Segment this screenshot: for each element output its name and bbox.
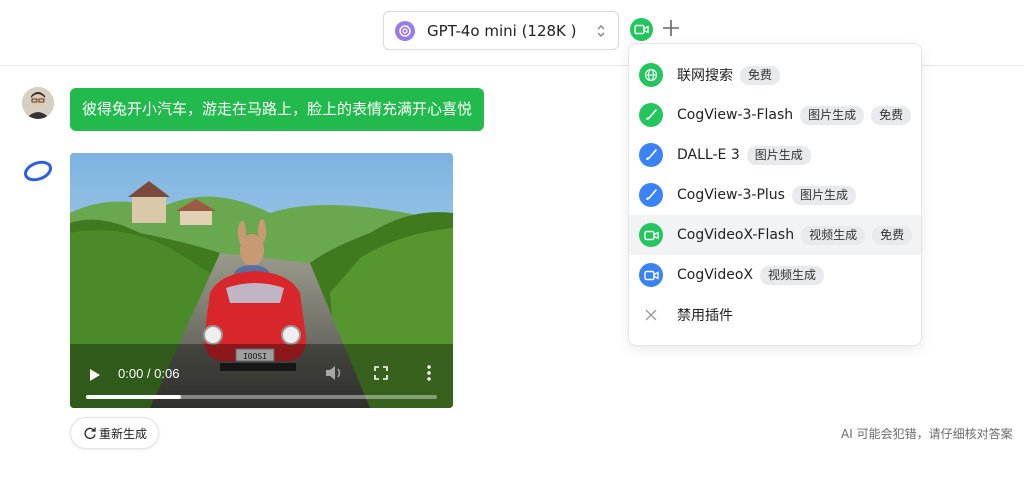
video-icon	[639, 223, 663, 247]
video-time: 0:00 / 0:06	[118, 366, 180, 381]
generated-video-player[interactable]: IOOSI 0:00 / 0:06	[70, 153, 453, 408]
video-controls: 0:00 / 0:06	[70, 344, 453, 408]
brush-icon	[639, 183, 663, 207]
plugin-tag: 图片生成	[746, 145, 811, 165]
chat-page: GPT-4o mini (128K ) 彼得兔开小汽车，游走在马路上，脸上的表情…	[0, 0, 1024, 487]
openai-icon	[395, 20, 415, 41]
plugin-item-label: CogView-3-Flash	[677, 107, 794, 123]
plugin-item-label: CogVideoX-Flash	[677, 227, 795, 243]
more-options-icon[interactable]	[426, 364, 432, 382]
plugin-item[interactable]: CogVideoX-Flash 视频生成 免费	[629, 215, 921, 255]
assistant-logo-icon	[22, 154, 54, 186]
plugin-item[interactable]: DALL-E 3 图片生成	[629, 135, 921, 175]
plugin-item-label: 联网搜索	[677, 68, 733, 84]
plus-icon	[663, 20, 679, 36]
model-selector[interactable]: GPT-4o mini (128K )	[383, 11, 619, 50]
plugin-item[interactable]: 禁用插件	[629, 295, 921, 335]
model-name: GPT-4o mini (128K )	[427, 21, 577, 40]
add-plugin-button[interactable]	[660, 16, 682, 40]
plugin-tag: 免费	[740, 65, 781, 85]
plugin-item[interactable]: CogVideoX 视频生成	[629, 255, 921, 295]
play-icon[interactable]	[88, 368, 102, 382]
video-icon	[639, 263, 663, 287]
plugin-item-label: CogVideoX	[677, 267, 754, 283]
video-progress-fill	[86, 395, 181, 399]
regenerate-label: 重新生成	[99, 426, 148, 441]
plugin-item[interactable]: CogView-3-Flash 图片生成 免费	[629, 95, 921, 135]
plugin-tag: 视频生成	[801, 225, 866, 245]
refresh-icon	[84, 427, 96, 440]
volume-icon[interactable]	[324, 364, 344, 382]
plugin-item-label: DALL-E 3	[677, 147, 740, 163]
chevron-updown-icon	[597, 25, 605, 37]
plugin-tag: 图片生成	[800, 105, 865, 125]
plugin-tag: 免费	[872, 225, 913, 245]
plugin-tag: 视频生成	[760, 265, 825, 285]
plugin-tag: 图片生成	[791, 185, 856, 205]
close-icon	[639, 303, 663, 327]
video-progress-bar[interactable]	[86, 395, 437, 399]
brush-icon	[639, 143, 663, 167]
plugin-tag: 免费	[871, 105, 912, 125]
globe-icon	[639, 63, 663, 87]
active-plugin-video-button[interactable]	[630, 18, 653, 41]
user-avatar	[22, 87, 54, 119]
regenerate-button[interactable]: 重新生成	[70, 417, 159, 449]
user-message: 彼得兔开小汽车，游走在马路上，脸上的表情充满开心喜悦	[70, 88, 485, 131]
plugin-item[interactable]: CogView-3-Plus 图片生成	[629, 175, 921, 215]
ai-disclaimer: AI 可能会犯错，请仔细核对答案	[841, 427, 1013, 441]
plugin-item[interactable]: 联网搜索 免费	[629, 55, 921, 95]
plugin-item-label: 禁用插件	[677, 308, 733, 324]
plugin-dropdown: 联网搜索 免费 CogView-3-Flash 图片生成 免费 DALL-E 3 图片生成 C…	[628, 43, 922, 346]
fullscreen-icon[interactable]	[374, 366, 388, 380]
video-icon	[634, 24, 649, 35]
brush-icon	[639, 103, 663, 127]
plugin-item-label: CogView-3-Plus	[677, 187, 785, 203]
